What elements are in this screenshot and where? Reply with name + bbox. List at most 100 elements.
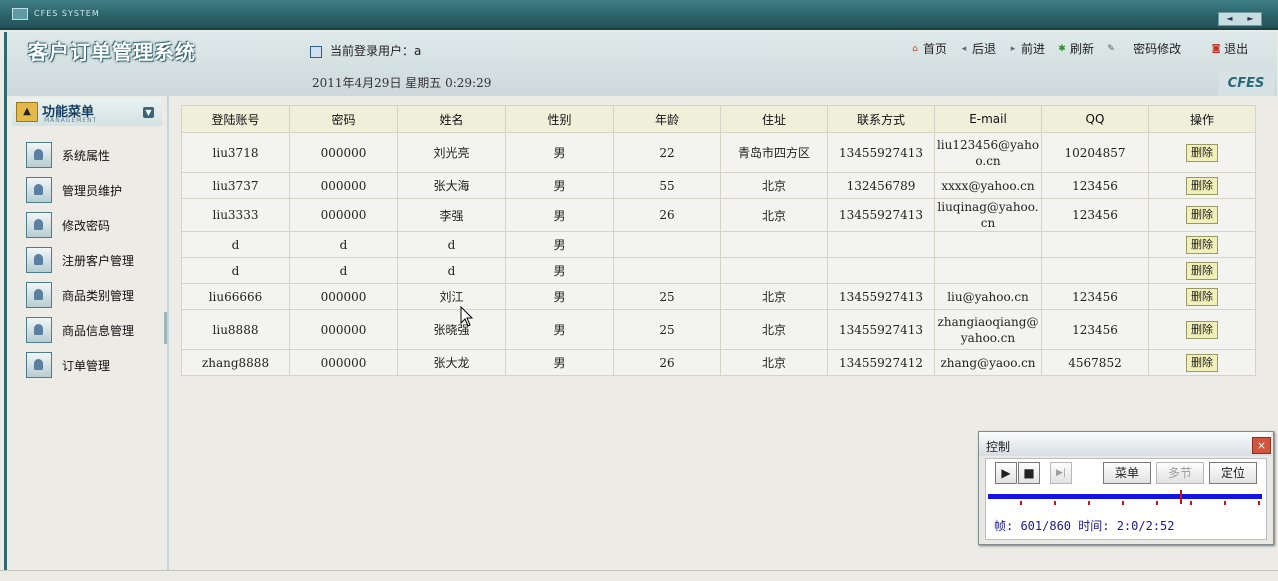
- delete-button[interactable]: 删除: [1186, 206, 1218, 224]
- table-cell: 000000: [289, 172, 398, 199]
- delete-button[interactable]: 删除: [1186, 320, 1218, 339]
- progress-tick: [1224, 501, 1226, 505]
- change-password-label: 密码修改: [1133, 42, 1182, 56]
- table-cell: d: [181, 257, 290, 284]
- step-button[interactable]: ▶|: [1050, 462, 1072, 484]
- delete-button[interactable]: 删除: [1186, 353, 1218, 372]
- delete-button[interactable]: 删除: [1186, 287, 1218, 306]
- sidebar-item-orders[interactable]: 订单管理: [26, 352, 156, 378]
- sidebar-splitter[interactable]: [164, 312, 167, 344]
- table-cell: xxxx@yahoo.cn: [934, 172, 1042, 199]
- table-cell: 123456: [1041, 283, 1149, 310]
- column-header: 性别: [505, 105, 614, 133]
- table-header-row: 登陆账号 密码 姓名 性别 年龄 住址 联系方式 E-mail QQ 操作: [181, 105, 1256, 133]
- action-cell: 删除: [1148, 257, 1256, 284]
- table-cell: d: [397, 231, 506, 258]
- logout-link[interactable]: ◙ 退出: [1211, 40, 1248, 57]
- table-cell: d: [289, 231, 398, 258]
- table-cell: 北京: [720, 198, 828, 232]
- table-cell: 13455927412: [827, 349, 935, 376]
- multi-section-button[interactable]: 多节: [1156, 462, 1204, 484]
- stop-button[interactable]: ■: [1018, 462, 1040, 484]
- customer-table: 登陆账号 密码 姓名 性别 年龄 住址 联系方式 E-mail QQ 操作 li…: [181, 105, 1256, 376]
- refresh-label: 刷新: [1070, 42, 1095, 56]
- table-cell: 26: [613, 349, 721, 376]
- progress-track[interactable]: [988, 494, 1262, 499]
- progress-marker[interactable]: [1180, 490, 1182, 504]
- table-row: liu8888 000000 张晓强男 25 北京 13455927413 zhangiao…: [181, 309, 1256, 350]
- logout-label: 退出: [1224, 42, 1249, 56]
- table-cell: [613, 257, 721, 284]
- sidebar-item-customers[interactable]: 注册客户管理: [26, 247, 156, 273]
- home-icon: ⌂: [912, 43, 918, 54]
- action-cell: 删除: [1148, 172, 1256, 199]
- table-cell: liu3333: [181, 198, 290, 232]
- sidebar-item-products[interactable]: 商品信息管理: [26, 317, 156, 343]
- change-password-link[interactable]: ✎ 密码修改: [1106, 40, 1181, 57]
- menu-button[interactable]: 菜单: [1103, 462, 1151, 484]
- delete-button[interactable]: 删除: [1186, 176, 1218, 195]
- table-cell: [1041, 231, 1149, 258]
- progress-tick: [1156, 501, 1158, 505]
- column-header: 住址: [720, 105, 828, 133]
- sidebar-item-label: 商品类别管理: [62, 288, 135, 303]
- table-cell: 张大龙: [397, 349, 506, 376]
- sidebar-item-label: 注册客户管理: [62, 253, 135, 268]
- table-cell: 青岛市四方区: [720, 132, 828, 173]
- table-cell: liu66666: [181, 283, 290, 310]
- control-title: 控制: [986, 440, 1011, 454]
- toolbar: ⌂ 首页 ◂ 后退 ▸ 前进 ✱ 刷新 ✎ 密码修改 ◙ 退出: [910, 40, 1256, 57]
- table-cell: 男: [505, 309, 614, 350]
- table-cell: 123456: [1041, 172, 1149, 199]
- forward-icon: ▸: [1010, 43, 1016, 54]
- forward-label: 前进: [1021, 42, 1046, 56]
- sidebar-item-change-password[interactable]: 修改密码: [26, 212, 156, 238]
- back-icon: ◂: [961, 43, 967, 54]
- next-arrow-icon[interactable]: ►: [1240, 13, 1261, 25]
- table-cell: 13455927413: [827, 198, 935, 232]
- table-cell: 000000: [289, 283, 398, 310]
- column-header: QQ: [1041, 105, 1149, 133]
- column-header: E-mail: [934, 105, 1042, 133]
- sidebar-item-system-properties[interactable]: 系统属性: [26, 142, 156, 168]
- forward-link[interactable]: ▸ 前进: [1008, 40, 1045, 57]
- cursor-arrow-icon: [460, 305, 474, 327]
- table-cell: 张大海: [397, 172, 506, 199]
- delete-button[interactable]: 删除: [1186, 261, 1218, 280]
- sidebar-item-admin[interactable]: 管理员维护: [26, 177, 156, 203]
- table-cell: [613, 231, 721, 258]
- action-cell: 删除: [1148, 309, 1256, 350]
- close-icon[interactable]: ×: [1252, 437, 1271, 454]
- delete-button[interactable]: 删除: [1186, 235, 1218, 254]
- control-title-bar[interactable]: [979, 432, 1271, 456]
- column-header: 密码: [289, 105, 398, 133]
- title-bar: [0, 0, 1278, 30]
- table-cell: liu123456@yahoo.cn: [934, 132, 1042, 173]
- table-cell: liuqinag@yahoo.cn: [934, 198, 1042, 232]
- monitor-icon: [12, 8, 28, 20]
- sidebar-item-label: 系统属性: [62, 148, 111, 163]
- action-cell: 删除: [1148, 198, 1256, 232]
- table-cell: 000000: [289, 198, 398, 232]
- table-cell: liu8888: [181, 309, 290, 350]
- table-cell: [934, 231, 1042, 258]
- play-button[interactable]: ▶: [995, 462, 1017, 484]
- table-cell: 张晓强: [397, 309, 506, 350]
- prev-arrow-icon[interactable]: ◄: [1219, 13, 1240, 25]
- progress-tick: [1020, 501, 1022, 505]
- delete-button[interactable]: 删除: [1186, 143, 1218, 162]
- table-cell: d: [181, 231, 290, 258]
- home-label: 首页: [923, 42, 948, 56]
- locate-button[interactable]: 定位: [1209, 462, 1257, 484]
- home-link[interactable]: ⌂ 首页: [910, 40, 947, 57]
- back-link[interactable]: ◂ 后退: [959, 40, 996, 57]
- collapse-icon[interactable]: ▼: [143, 107, 154, 118]
- window-nav-buttons[interactable]: ◄ ►: [1218, 12, 1262, 26]
- table-cell: liu3718: [181, 132, 290, 173]
- table-cell: [720, 231, 828, 258]
- sidebar-item-categories[interactable]: 商品类别管理: [26, 282, 156, 308]
- refresh-link[interactable]: ✱ 刷新: [1057, 40, 1094, 57]
- table-row: liu3737 000000 张大海男 55 北京 132456789 xxxx@yahoo…: [181, 172, 1256, 199]
- table-cell: 13455927413: [827, 283, 935, 310]
- column-header: 联系方式: [827, 105, 935, 133]
